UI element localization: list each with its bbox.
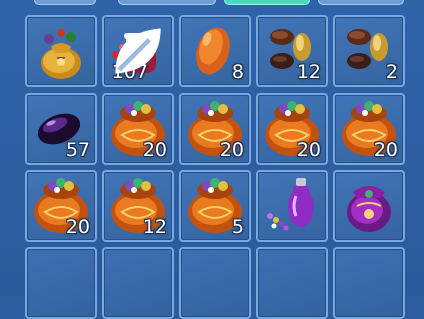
golden-pouch-icon bbox=[41, 29, 81, 79]
inventory-slot-2[interactable]: 107 bbox=[102, 15, 174, 87]
inventory-slot-16[interactable] bbox=[25, 247, 97, 319]
inventory-slot-14[interactable] bbox=[256, 170, 328, 242]
inventory-slot-20[interactable] bbox=[333, 247, 405, 319]
slot-quantity: 5 bbox=[231, 216, 244, 238]
inventory-slot-8[interactable]: 20 bbox=[179, 93, 251, 165]
inventory-slot-10[interactable]: 20 bbox=[333, 93, 405, 165]
slot-quantity: 20 bbox=[219, 139, 244, 161]
inventory-panel: 107 8 12 2 57 20 20 20 20 20 12 5 bbox=[0, 0, 424, 319]
inventory-slot-13[interactable]: 5 bbox=[179, 170, 251, 242]
inventory-slot-3[interactable]: 8 bbox=[179, 15, 251, 87]
inventory-slot-7[interactable]: 20 bbox=[102, 93, 174, 165]
potion-bottle-icon bbox=[267, 178, 314, 231]
slot-quantity: 2 bbox=[385, 61, 398, 83]
slot-quantity: 20 bbox=[65, 216, 90, 238]
inventory-slot-15[interactable] bbox=[333, 170, 405, 242]
inventory-slot-11[interactable]: 20 bbox=[25, 170, 97, 242]
slot-quantity: 20 bbox=[296, 139, 321, 161]
slot-quantity: 20 bbox=[373, 139, 398, 161]
inventory-slot-1[interactable] bbox=[25, 15, 97, 87]
inventory-slot-18[interactable] bbox=[179, 247, 251, 319]
purple-pouch-icon bbox=[347, 186, 391, 232]
leaf-icon bbox=[115, 28, 161, 74]
inventory-grid: 107 8 12 2 57 20 20 20 20 20 12 5 bbox=[0, 0, 424, 319]
inventory-slot-9[interactable]: 20 bbox=[256, 93, 328, 165]
slot-quantity: 12 bbox=[142, 216, 167, 238]
slot-quantity: 20 bbox=[142, 139, 167, 161]
inventory-slot-5[interactable]: 2 bbox=[333, 15, 405, 87]
inventory-slot-19[interactable] bbox=[256, 247, 328, 319]
slot-quantity: 8 bbox=[231, 61, 244, 83]
inventory-slot-12[interactable]: 12 bbox=[102, 170, 174, 242]
inventory-slot-17[interactable] bbox=[102, 247, 174, 319]
inventory-slot-6[interactable]: 57 bbox=[25, 93, 97, 165]
slot-quantity: 12 bbox=[296, 61, 321, 83]
slot-quantity: 57 bbox=[65, 139, 90, 161]
inventory-slot-4[interactable]: 12 bbox=[256, 15, 328, 87]
